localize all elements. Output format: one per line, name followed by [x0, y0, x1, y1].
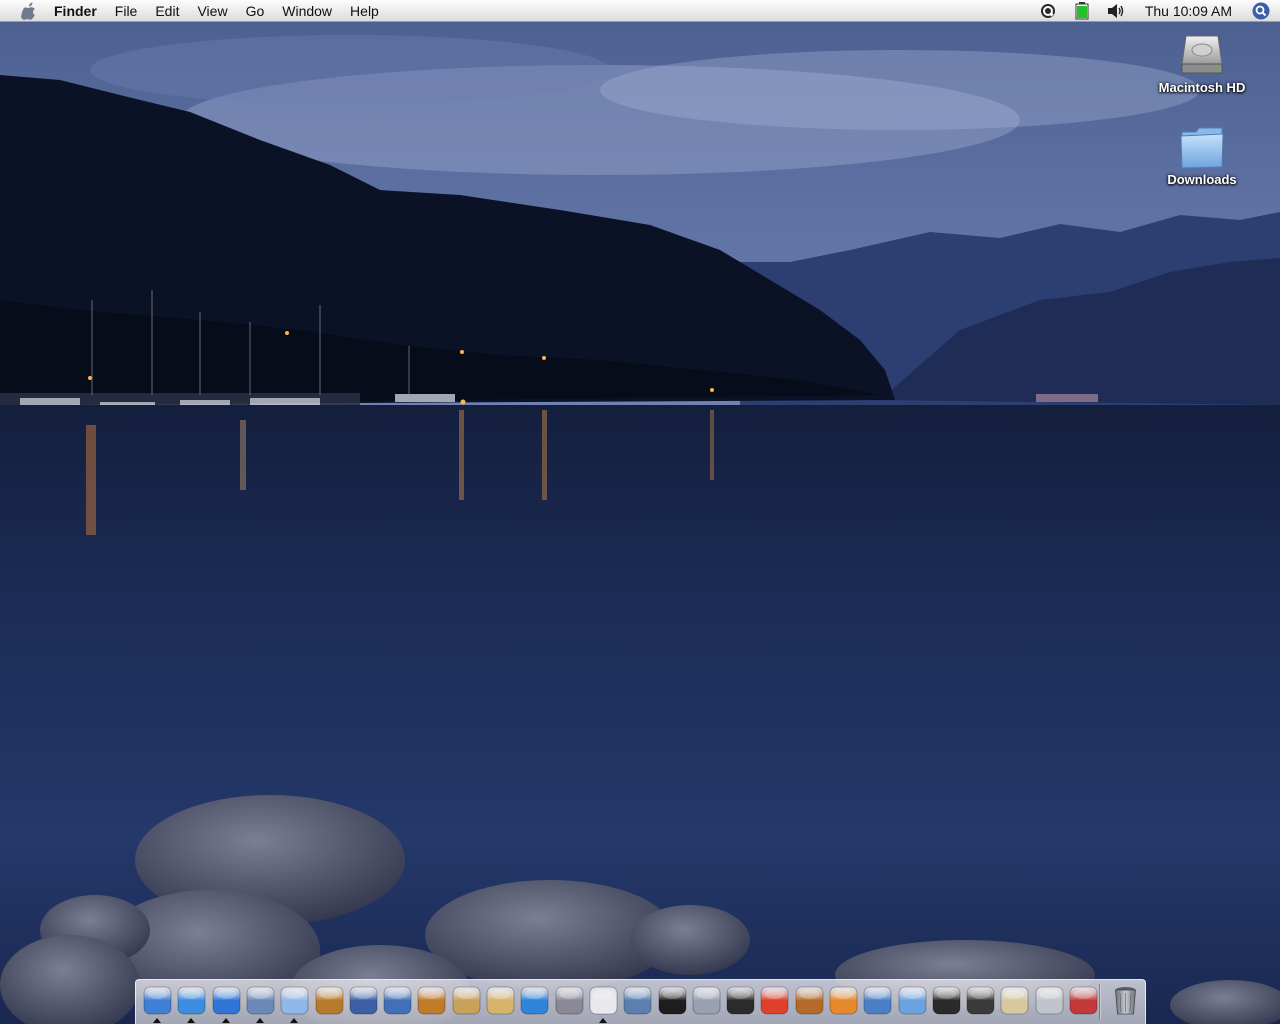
iphoto-icon: [315, 986, 344, 1015]
dock-item-terminal[interactable]: [657, 985, 688, 1016]
dock: [135, 979, 1146, 1024]
apple-logo-icon[interactable]: [18, 0, 38, 22]
dock-item-address-book[interactable]: [485, 985, 516, 1016]
dock-item-safari[interactable]: [176, 985, 207, 1016]
dock-item-photo-booth[interactable]: [691, 985, 722, 1016]
menu-file[interactable]: File: [106, 0, 147, 22]
transmit-icon: [829, 986, 858, 1015]
dock-item-transmit[interactable]: [828, 985, 859, 1016]
fish-app-icon: [898, 986, 927, 1015]
dock-item-iphoto[interactable]: [314, 985, 345, 1016]
menu-go[interactable]: Go: [237, 0, 274, 22]
dock-item-mail[interactable]: [245, 985, 276, 1016]
tar-app-icon: [966, 986, 995, 1015]
dock-item-dvd-player[interactable]: [725, 985, 756, 1016]
dock-item-activity-monitor[interactable]: [931, 985, 962, 1016]
battery-icon[interactable]: [1073, 2, 1091, 20]
dock-item-idvd[interactable]: [382, 985, 413, 1016]
menu-bar: Finder File Edit View Go Window Help Thu…: [0, 0, 1280, 22]
installer-icon: [1000, 986, 1029, 1015]
dock-item-ichat[interactable]: [211, 985, 242, 1016]
dock-item-xcode[interactable]: [554, 985, 585, 1016]
dock-item-itunes[interactable]: [279, 985, 310, 1016]
keynote-icon: [452, 986, 481, 1015]
dock-running-indicator: [256, 1018, 264, 1023]
quicktime-icon[interactable]: [1039, 2, 1057, 20]
menu-window[interactable]: Window: [273, 0, 341, 22]
xcode-icon: [555, 986, 584, 1015]
desktop-icon-macintosh-hd[interactable]: Macintosh HD: [1152, 30, 1252, 95]
dock-item-imovie[interactable]: [348, 985, 379, 1016]
dock-item-garageband[interactable]: [416, 985, 447, 1016]
folder-icon: [1180, 127, 1224, 169]
utility-icon: [1069, 986, 1098, 1015]
dock-item-textedit[interactable]: [588, 985, 619, 1016]
dock-item-system-monitor[interactable]: [862, 985, 893, 1016]
dock-item-tar-app[interactable]: [965, 985, 996, 1016]
dock-running-indicator: [153, 1018, 161, 1023]
textedit-icon: [589, 986, 618, 1015]
desktop-icon-label: Macintosh HD: [1158, 80, 1246, 95]
imovie-icon: [349, 986, 378, 1015]
menu-help[interactable]: Help: [341, 0, 388, 22]
dock-running-indicator: [187, 1018, 195, 1023]
dvd-player-icon: [726, 986, 755, 1015]
dock-item-helm[interactable]: [794, 985, 825, 1016]
volume-icon[interactable]: [1107, 2, 1125, 20]
hard-drive-icon: [1181, 35, 1223, 74]
menu-finder[interactable]: Finder: [54, 0, 106, 22]
trash-icon[interactable]: [1110, 985, 1141, 1016]
dock-item-preview[interactable]: [622, 985, 653, 1016]
dock-item-utility[interactable]: [1068, 985, 1099, 1016]
dock-item-finder[interactable]: [142, 985, 173, 1016]
menu-edit[interactable]: Edit: [146, 0, 188, 22]
activity-monitor-icon: [932, 986, 961, 1015]
spotlight-icon[interactable]: [1252, 2, 1270, 20]
desktop-wallpaper: [0, 0, 1280, 1024]
dock-item-quicktime[interactable]: [519, 985, 550, 1016]
helm-icon: [795, 986, 824, 1015]
itunes-icon: [280, 986, 309, 1015]
cyberduck-icon: [760, 986, 789, 1015]
dock-running-indicator: [290, 1018, 298, 1023]
address-book-icon: [486, 986, 515, 1015]
dock-divider: [1099, 984, 1101, 1020]
terminal-icon: [658, 986, 687, 1015]
finder-icon: [143, 986, 172, 1015]
dock-item-fish-app[interactable]: [897, 985, 928, 1016]
desktop-icon-label: Downloads: [1167, 172, 1237, 187]
system-monitor-icon: [863, 986, 892, 1015]
desktop-icon-downloads[interactable]: Downloads: [1152, 122, 1252, 187]
quicktime-icon: [520, 986, 549, 1015]
photo-booth-icon: [692, 986, 721, 1015]
dock-running-indicator: [222, 1018, 230, 1023]
menu-clock[interactable]: Thu 10:09 AM: [1133, 3, 1244, 19]
dock-item-apple-app[interactable]: [1034, 985, 1065, 1016]
apple-app-icon: [1035, 986, 1064, 1015]
menu-view[interactable]: View: [188, 0, 236, 22]
menu-extras: Thu 10:09 AM: [1031, 0, 1280, 22]
ichat-icon: [212, 986, 241, 1015]
mail-icon: [246, 986, 275, 1015]
safari-icon: [177, 986, 206, 1015]
preview-icon: [623, 986, 652, 1015]
garageband-icon: [417, 986, 446, 1015]
dock-item-installer[interactable]: [999, 985, 1030, 1016]
idvd-icon: [383, 986, 412, 1015]
dock-running-indicator: [599, 1018, 607, 1023]
dock-item-keynote[interactable]: [451, 985, 482, 1016]
dock-item-cyberduck[interactable]: [759, 985, 790, 1016]
